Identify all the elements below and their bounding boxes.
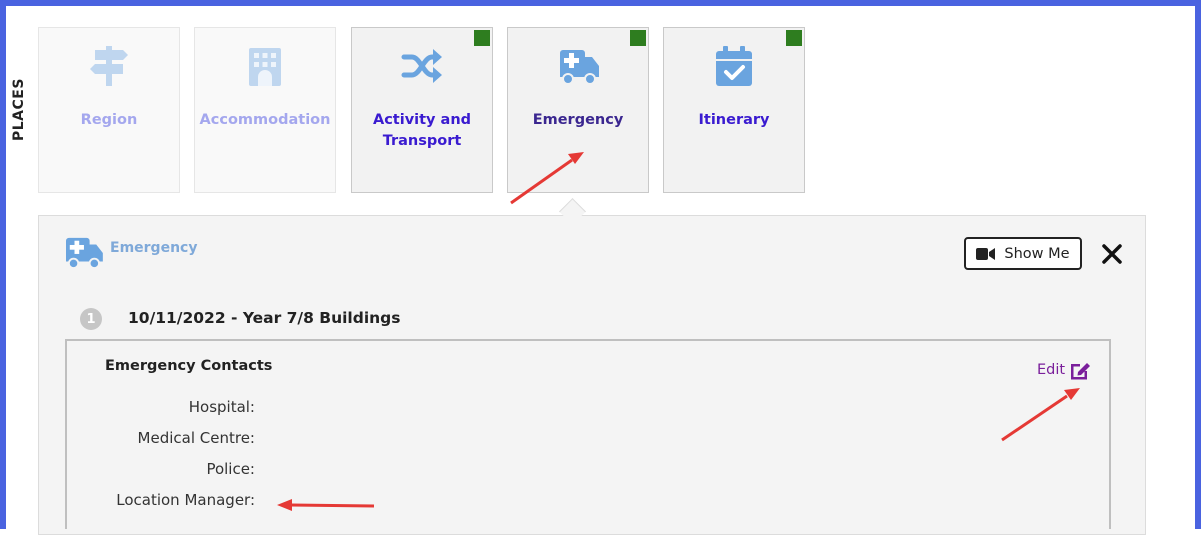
complete-flag [786, 30, 802, 46]
building-icon [249, 48, 281, 86]
panel-title: Emergency [110, 240, 198, 256]
show-me-label: Show Me [1004, 245, 1070, 262]
shuffle-icon [401, 49, 442, 83]
emergency-contacts-title: Emergency Contacts [105, 358, 273, 374]
tile-emergency-label: Emergency [532, 112, 624, 128]
tile-accommodation[interactable]: Accommodation [194, 27, 336, 193]
ambulance-icon [66, 237, 103, 270]
edit-label: Edit [1037, 362, 1066, 378]
field-hospital-label: Hospital: [188, 398, 255, 416]
tile-region[interactable]: Region [38, 27, 180, 193]
tile-emergency[interactable]: Emergency [507, 27, 649, 193]
calendar-check-icon [716, 46, 752, 86]
field-police-label: Police: [206, 460, 255, 478]
tile-activity-transport-label: Activity and Transport [372, 112, 472, 149]
edit-button[interactable]: Edit [1037, 359, 1091, 381]
edit-icon [1071, 363, 1091, 380]
step-number-badge: 1 [80, 308, 102, 330]
complete-flag [474, 30, 490, 46]
field-location-manager-label: Location Manager: [116, 491, 255, 509]
show-me-button[interactable]: Show Me [964, 237, 1082, 270]
signpost-icon [90, 46, 128, 86]
tile-itinerary-label: Itinerary [698, 112, 770, 128]
tile-accommodation-label: Accommodation [199, 112, 331, 128]
ambulance-icon [560, 50, 599, 85]
tile-activity-transport[interactable]: Activity and Transport [351, 27, 493, 193]
step-title: 10/11/2022 - Year 7/8 Buildings [128, 309, 401, 327]
field-medical-centre-label: Medical Centre: [137, 429, 255, 447]
tile-itinerary[interactable]: Itinerary [663, 27, 805, 193]
close-icon[interactable] [1098, 240, 1126, 268]
video-camera-icon [976, 247, 996, 260]
places-sidebar-label: PLACES [11, 78, 27, 142]
complete-flag [630, 30, 646, 46]
tile-region-label: Region [80, 112, 138, 128]
